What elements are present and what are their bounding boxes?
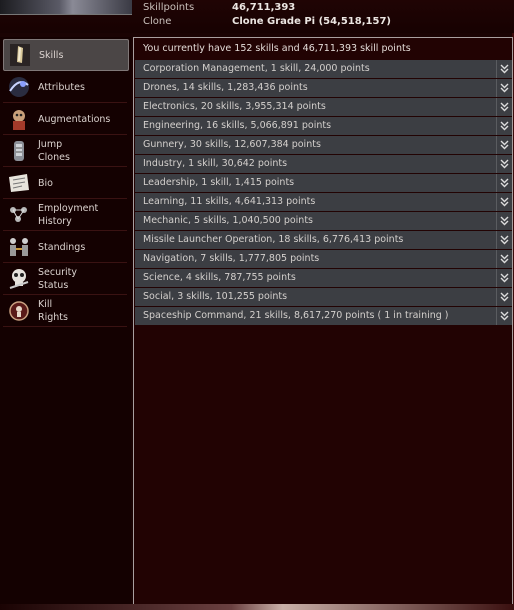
sidebar-item-label: Employment History xyxy=(38,203,99,227)
chevron-down-icon[interactable] xyxy=(496,98,512,116)
skill-group-row[interactable]: Science, 4 skills, 787,755 points xyxy=(135,269,512,287)
sidebar-item-label: Standings xyxy=(38,241,86,253)
clone-label: Clone xyxy=(143,16,172,27)
skill-group-label: Corporation Management, 1 skill, 24,000 … xyxy=(143,63,370,74)
chevron-down-icon[interactable] xyxy=(496,269,512,287)
chevron-down-icon[interactable] xyxy=(496,174,512,192)
attributes-icon xyxy=(6,74,32,100)
chevron-down-icon[interactable] xyxy=(496,193,512,211)
chevron-down-icon[interactable] xyxy=(496,155,512,173)
skill-group-row[interactable]: Electronics, 20 skills, 3,955,314 points xyxy=(135,98,512,116)
sidebar-item-bio[interactable]: Bio xyxy=(3,168,127,199)
skills-panel: You currently have 152 skills and 46,711… xyxy=(133,37,513,605)
skill-group-row[interactable]: Social, 3 skills, 101,255 points xyxy=(135,288,512,306)
chevron-down-icon[interactable] xyxy=(496,60,512,78)
sidebar-item-skills[interactable]: Skills xyxy=(3,39,129,71)
skill-group-row[interactable]: Missile Launcher Operation, 18 skills, 6… xyxy=(135,231,512,249)
sidebar-item-label: Attributes xyxy=(38,81,85,93)
skill-group-label: Science, 4 skills, 787,755 points xyxy=(143,272,296,283)
skillpoints-value: 46,711,393 xyxy=(232,2,296,13)
sidebar-item-label: Skills xyxy=(39,49,64,61)
employment-history-icon xyxy=(6,202,32,228)
skill-group-row[interactable]: Corporation Management, 1 skill, 24,000 … xyxy=(135,60,512,78)
chevron-down-icon[interactable] xyxy=(496,250,512,268)
character-header: Skillpoints 46,711,393 Clone Clone Grade… xyxy=(0,0,514,33)
skill-group-label: Industry, 1 skill, 30,642 points xyxy=(143,158,288,169)
sidebar-item-jump-clones[interactable]: Jump Clones xyxy=(3,136,127,167)
skills-icon xyxy=(7,42,33,68)
skill-group-row[interactable]: Leadership, 1 skill, 1,415 points xyxy=(135,174,512,192)
skill-group-row[interactable]: Gunnery, 30 skills, 12,607,384 points xyxy=(135,136,512,154)
skill-group-label: Electronics, 20 skills, 3,955,314 points xyxy=(143,101,326,112)
sidebar-item-attributes[interactable]: Attributes xyxy=(3,72,127,103)
sidebar-item-label: Bio xyxy=(38,177,53,189)
skill-group-row[interactable]: Drones, 14 skills, 1,283,436 points xyxy=(135,79,512,97)
chevron-down-icon[interactable] xyxy=(496,117,512,135)
skill-group-row[interactable]: Mechanic, 5 skills, 1,040,500 points xyxy=(135,212,512,230)
security-status-icon xyxy=(6,266,32,292)
sidebar-item-label: Kill Rights xyxy=(38,299,68,323)
chevron-down-icon[interactable] xyxy=(496,231,512,249)
sidebar-item-standings[interactable]: Standings xyxy=(3,232,127,263)
skill-group-label: Missile Launcher Operation, 18 skills, 6… xyxy=(143,234,404,245)
chevron-down-icon[interactable] xyxy=(496,307,512,325)
skill-group-row[interactable]: Spaceship Command, 21 skills, 8,617,270 … xyxy=(135,307,512,325)
kill-rights-icon xyxy=(6,298,32,324)
sidebar-item-employment-history[interactable]: Employment History xyxy=(3,200,127,231)
skill-group-row[interactable]: Learning, 11 skills, 4,641,313 points xyxy=(135,193,512,211)
character-sheet-sidebar: Skills Attributes Augmentations Jump Clo… xyxy=(0,37,131,610)
window-bottom-edge xyxy=(0,604,514,610)
chevron-down-icon[interactable] xyxy=(496,136,512,154)
sidebar-item-security-status[interactable]: Security Status xyxy=(3,264,127,295)
skill-group-label: Learning, 11 skills, 4,641,313 points xyxy=(143,196,316,207)
sidebar-item-label: Security Status xyxy=(38,267,78,291)
sidebar-item-augmentations[interactable]: Augmentations xyxy=(3,104,127,135)
skill-group-label: Gunnery, 30 skills, 12,607,384 points xyxy=(143,139,321,150)
skill-group-list: Corporation Management, 1 skill, 24,000 … xyxy=(135,60,512,326)
chevron-down-icon[interactable] xyxy=(496,79,512,97)
skill-group-row[interactable]: Industry, 1 skill, 30,642 points xyxy=(135,155,512,173)
skillpoints-label: Skillpoints xyxy=(143,2,195,13)
skill-group-label: Leadership, 1 skill, 1,415 points xyxy=(143,177,295,188)
augmentations-icon xyxy=(6,106,32,132)
skill-group-label: Navigation, 7 skills, 1,777,805 points xyxy=(143,253,320,264)
standings-icon xyxy=(6,234,32,260)
skill-group-label: Engineering, 16 skills, 5,066,891 points xyxy=(143,120,332,131)
skill-group-label: Spaceship Command, 21 skills, 8,617,270 … xyxy=(143,310,449,321)
skill-group-label: Mechanic, 5 skills, 1,040,500 points xyxy=(143,215,313,226)
chevron-down-icon[interactable] xyxy=(496,288,512,306)
jump-clones-icon xyxy=(6,138,32,164)
skill-group-label: Social, 3 skills, 101,255 points xyxy=(143,291,288,302)
sidebar-item-label: Augmentations xyxy=(38,113,111,125)
chevron-down-icon[interactable] xyxy=(496,212,512,230)
skill-group-row[interactable]: Engineering, 16 skills, 5,066,891 points xyxy=(135,117,512,135)
sidebar-item-kill-rights[interactable]: Kill Rights xyxy=(3,296,127,327)
skills-summary: You currently have 152 skills and 46,711… xyxy=(143,43,411,54)
bio-icon xyxy=(6,170,32,196)
sidebar-item-label: Jump Clones xyxy=(38,139,70,163)
clone-value: Clone Grade Pi (54,518,157) xyxy=(232,16,391,27)
skill-group-row[interactable]: Navigation, 7 skills, 1,777,805 points xyxy=(135,250,512,268)
character-portrait xyxy=(0,0,132,15)
skill-group-label: Drones, 14 skills, 1,283,436 points xyxy=(143,82,308,93)
